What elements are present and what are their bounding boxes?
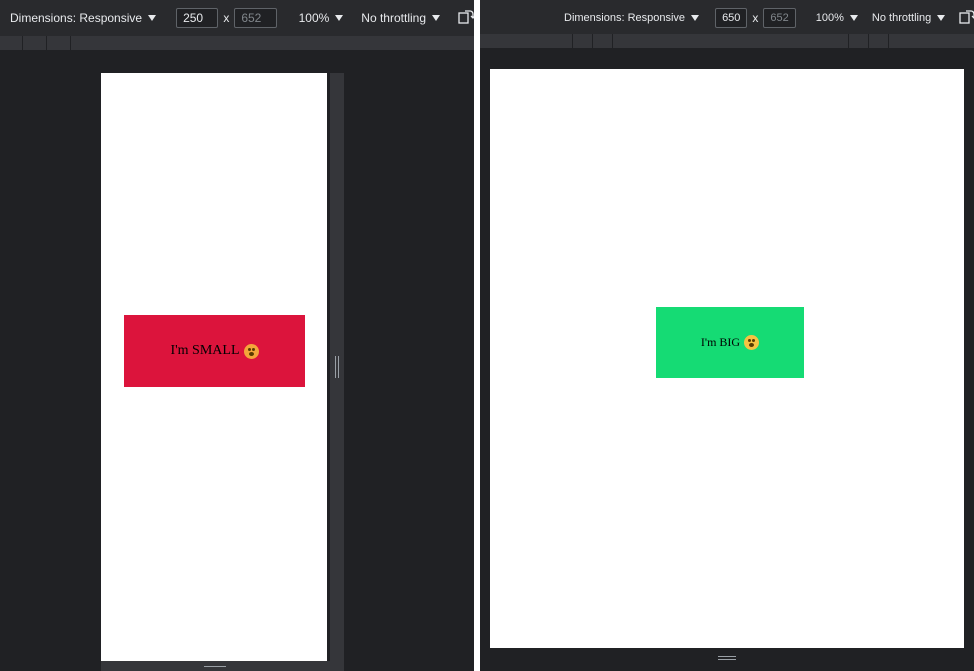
caret-down-icon: [849, 15, 858, 21]
rotate-icon[interactable]: [959, 9, 974, 27]
dimensions-label: Dimensions: Responsive: [564, 12, 686, 24]
throttling-label: No throttling: [871, 12, 932, 24]
emulated-viewport: I'm BIG: [490, 69, 964, 648]
caret-down-icon: [432, 15, 440, 21]
throttling-label: No throttling: [361, 11, 426, 25]
throttling-select[interactable]: No throttling: [361, 11, 440, 25]
resize-handle-bottom[interactable]: [490, 648, 964, 671]
resize-handle-right[interactable]: [330, 73, 344, 661]
caret-down-icon: [148, 15, 157, 21]
times-separator: x: [752, 11, 759, 25]
small-box: I'm SMALL: [124, 315, 305, 387]
zoom-select[interactable]: 100%: [299, 11, 344, 25]
dimensions-select[interactable]: Dimensions: Responsive: [564, 12, 700, 24]
zoom-label: 100%: [298, 11, 330, 25]
zoom-select[interactable]: 100%: [816, 12, 858, 24]
rotate-icon[interactable]: [458, 9, 474, 27]
flushed-face-icon: [243, 343, 259, 359]
width-input[interactable]: 650: [715, 8, 748, 28]
resize-handle-bottom[interactable]: [101, 661, 344, 671]
dimensions-label: Dimensions: Responsive: [10, 11, 143, 25]
width-input[interactable]: 250: [176, 8, 219, 28]
box-label: I'm SMALL: [170, 343, 240, 358]
media-query-bar[interactable]: [0, 36, 474, 51]
emulated-viewport: I'm SMALL: [101, 73, 327, 661]
dimensions-select[interactable]: Dimensions: Responsive: [10, 11, 157, 25]
caret-down-icon: [691, 15, 700, 21]
caret-down-icon: [335, 15, 344, 21]
device-toolbar: Dimensions: Responsive 650 x 652 100% No…: [480, 0, 974, 36]
big-box: I'm BIG: [656, 307, 804, 378]
caret-down-icon: [937, 15, 946, 21]
throttling-select[interactable]: No throttling: [871, 12, 946, 24]
height-input[interactable]: 652: [763, 8, 796, 28]
devtools-panel-big: Dimensions: Responsive 650 x 652 100% No…: [480, 0, 974, 671]
media-query-bar[interactable]: [480, 34, 974, 49]
devtools-panel-small: Dimensions: Responsive 250 x 652 100% No…: [0, 0, 474, 671]
zoom-label: 100%: [815, 12, 844, 24]
times-separator: x: [223, 11, 230, 25]
box-label: I'm BIG: [700, 335, 741, 349]
screaming-face-icon: [744, 335, 760, 350]
height-input[interactable]: 652: [234, 8, 277, 28]
device-toolbar: Dimensions: Responsive 250 x 652 100% No…: [0, 0, 474, 36]
